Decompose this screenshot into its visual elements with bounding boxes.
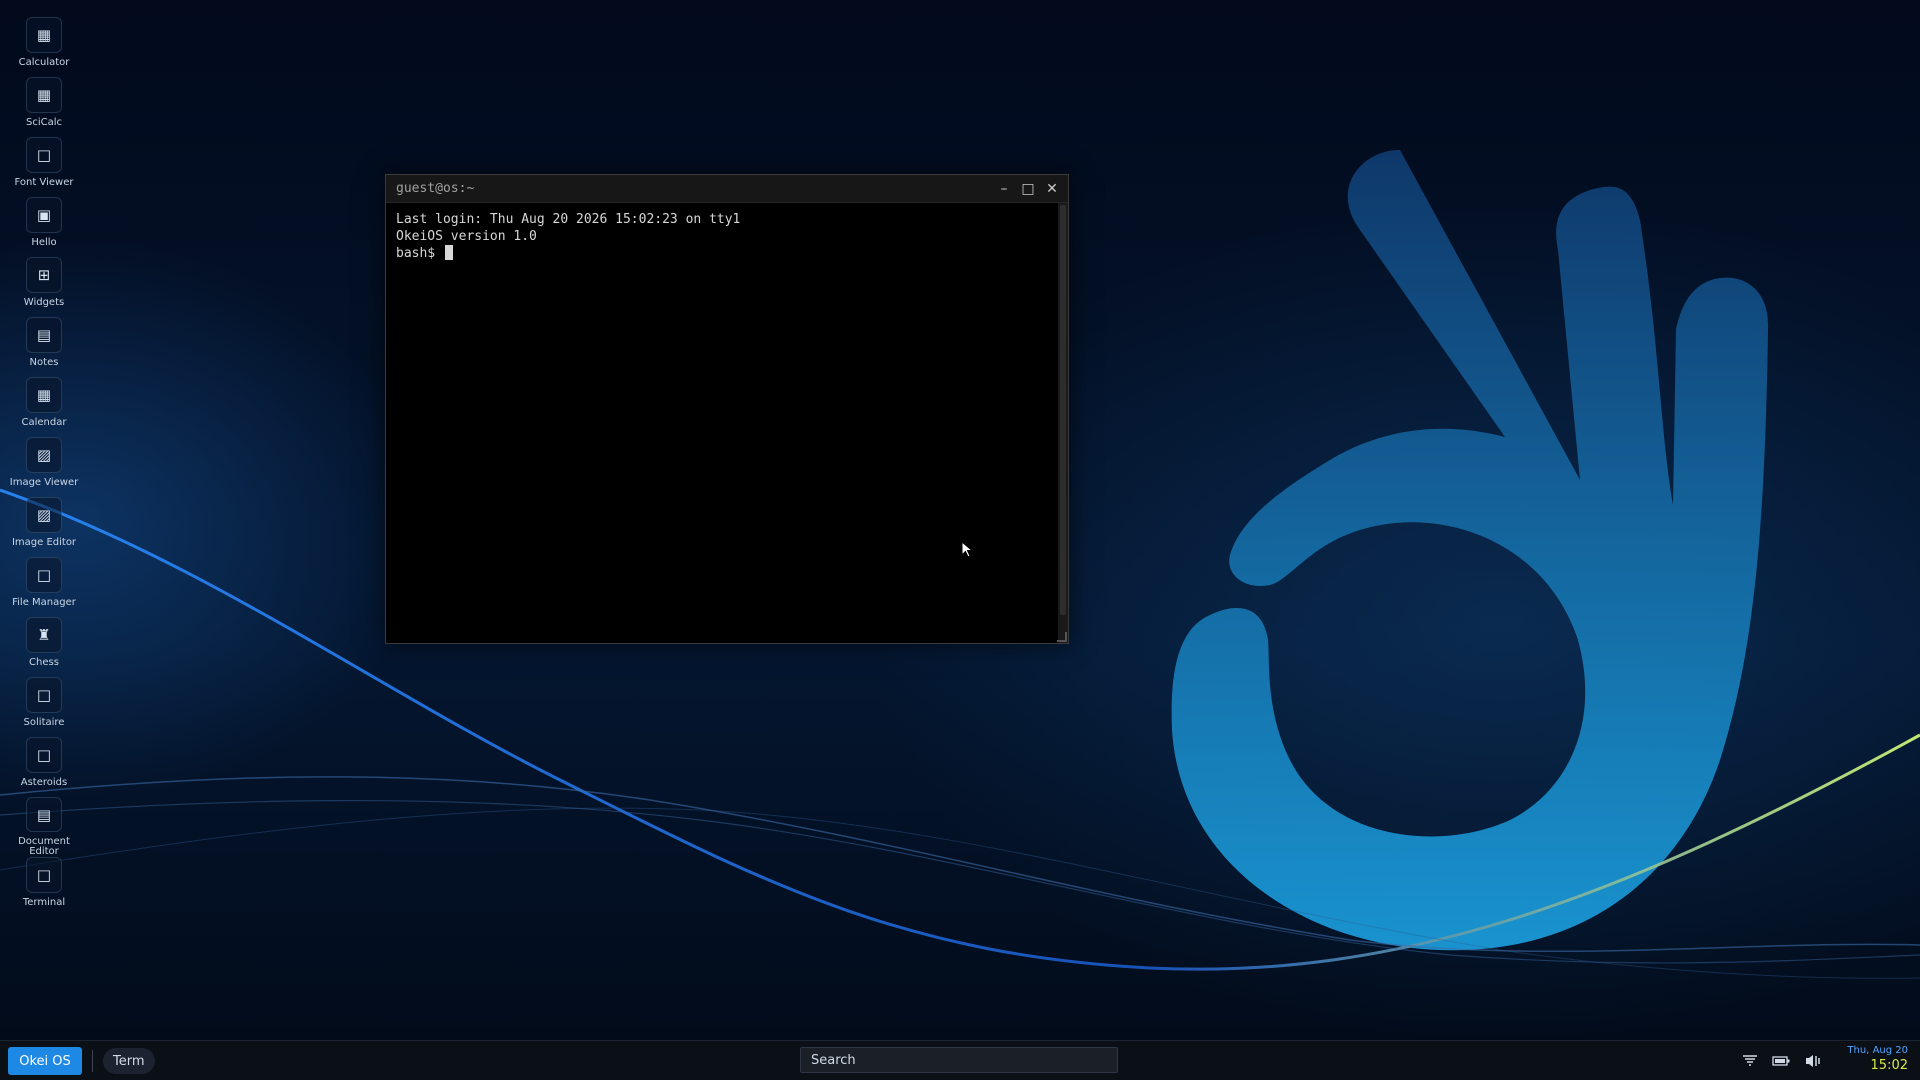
desktop-icon-notes[interactable]: ▤ Notes (0, 317, 88, 377)
terminal-prompt-line[interactable]: bash$ (396, 245, 1046, 262)
clock-date: Thu, Aug 20 (1847, 1045, 1908, 1056)
desktop-icon-font-viewer[interactable]: □ Font Viewer (0, 137, 88, 197)
desktop-icon-solitaire[interactable]: □ Solitaire (0, 677, 88, 737)
volume-icon[interactable] (1804, 1053, 1822, 1069)
desktop: ▦ Calculator ▦ SciCalc □ Font Viewer ▣ H… (0, 0, 1920, 1080)
desktop-icon-label: Notes (29, 357, 59, 368)
desktop-icon-label: Document Editor (18, 836, 70, 857)
desktop-icon-image-editor[interactable]: ▨ Image Editor (0, 497, 88, 557)
terminal-line: OkeiOS version 1.0 (396, 229, 537, 244)
clock-time: 15:02 (1870, 1058, 1908, 1073)
taskbar-divider (92, 1050, 93, 1072)
scrollbar-thumb[interactable] (1060, 205, 1066, 615)
solitaire-icon: □ (26, 677, 62, 713)
desktop-icon-label: Calendar (21, 417, 67, 428)
desktop-icon-terminal[interactable]: □ Terminal (0, 857, 88, 917)
search-input[interactable]: Search (800, 1047, 1118, 1073)
start-button[interactable]: Okei OS (8, 1047, 82, 1075)
desktop-icon-label: Font Viewer (14, 177, 74, 188)
desktop-icon-label: Image Editor (11, 537, 77, 548)
desktop-icon-label: Solitaire (23, 717, 65, 728)
clock[interactable]: Thu, Aug 20 15:02 (1847, 1045, 1908, 1075)
desktop-icon-image-viewer[interactable]: ▨ Image Viewer (0, 437, 88, 497)
maximize-icon[interactable]: □ (1016, 177, 1040, 201)
font-viewer-icon: □ (26, 137, 62, 173)
desktop-icon-label: Asteroids (20, 777, 68, 788)
minimize-icon[interactable]: – (992, 177, 1016, 201)
desktop-icon-calculator[interactable]: ▦ Calculator (0, 17, 88, 77)
terminal-icon: □ (26, 857, 62, 893)
widgets-icon: ⊞ (26, 257, 62, 293)
terminal-output[interactable]: Last login: Thu Aug 20 2026 15:02:23 on … (386, 203, 1056, 643)
window-title: guest@os:~ (396, 181, 475, 196)
calculator-icon: ▦ (26, 77, 62, 113)
desktop-icon-document-editor[interactable]: ▤ Document Editor (0, 797, 88, 857)
desktop-icon-file-manager[interactable]: □ File Manager (0, 557, 88, 617)
desktop-icon-label: File Manager (12, 597, 76, 608)
file-manager-icon: □ (26, 557, 62, 593)
notes-icon: ▤ (26, 317, 62, 353)
terminal-prompt: bash$ (396, 246, 443, 261)
desktop-icon-label: Widgets (23, 297, 65, 308)
terminal-window[interactable]: guest@os:~ – □ ✕ Last login: Thu Aug 20 … (385, 174, 1069, 644)
desktop-icon-label: Image Viewer (9, 477, 79, 488)
calculator-icon: ▦ (26, 17, 62, 53)
document-icon: ▤ (26, 797, 62, 832)
desktop-icon-asteroids[interactable]: □ Asteroids (0, 737, 88, 797)
desktop-icon-label: Chess (29, 657, 59, 668)
desktop-icon-label: SciCalc (25, 117, 62, 128)
window-titlebar[interactable]: guest@os:~ – □ ✕ (386, 175, 1068, 203)
battery-icon[interactable] (1772, 1055, 1790, 1067)
terminal-scrollbar[interactable] (1058, 203, 1068, 643)
terminal-line: Last login: Thu Aug 20 2026 15:02:23 on … (396, 212, 741, 227)
desktop-icon-label: Hello (31, 237, 57, 248)
network-icon[interactable] (1742, 1054, 1758, 1068)
asteroids-icon: □ (26, 737, 62, 773)
mouse-pointer-icon (961, 541, 973, 558)
chess-icon: ♜ (26, 617, 62, 653)
taskbar-task-term[interactable]: Term (103, 1048, 155, 1074)
desktop-icon-scicalc[interactable]: ▦ SciCalc (0, 77, 88, 137)
desktop-icon-label: Calculator (18, 57, 70, 68)
desktop-icon-widgets[interactable]: ⊞ Widgets (0, 257, 88, 317)
resize-grip-icon[interactable] (1057, 632, 1067, 642)
desktop-icon-hello[interactable]: ▣ Hello (0, 197, 88, 257)
desktop-icon-label: Terminal (22, 897, 66, 908)
image-icon: ▨ (26, 497, 62, 533)
image-icon: ▨ (26, 437, 62, 473)
close-icon[interactable]: ✕ (1040, 177, 1064, 201)
desktop-icon-calendar[interactable]: ▦ Calendar (0, 377, 88, 437)
text-cursor (444, 245, 453, 260)
desktop-icon-chess[interactable]: ♜ Chess (0, 617, 88, 677)
calendar-icon: ▦ (26, 377, 62, 413)
okei-hand-logo (1171, 150, 1769, 951)
system-tray (1742, 1041, 1822, 1080)
taskbar: Okei OS Term Search Thu, Aug 20 15:02 (0, 1040, 1920, 1080)
hello-icon: ▣ (26, 197, 62, 233)
